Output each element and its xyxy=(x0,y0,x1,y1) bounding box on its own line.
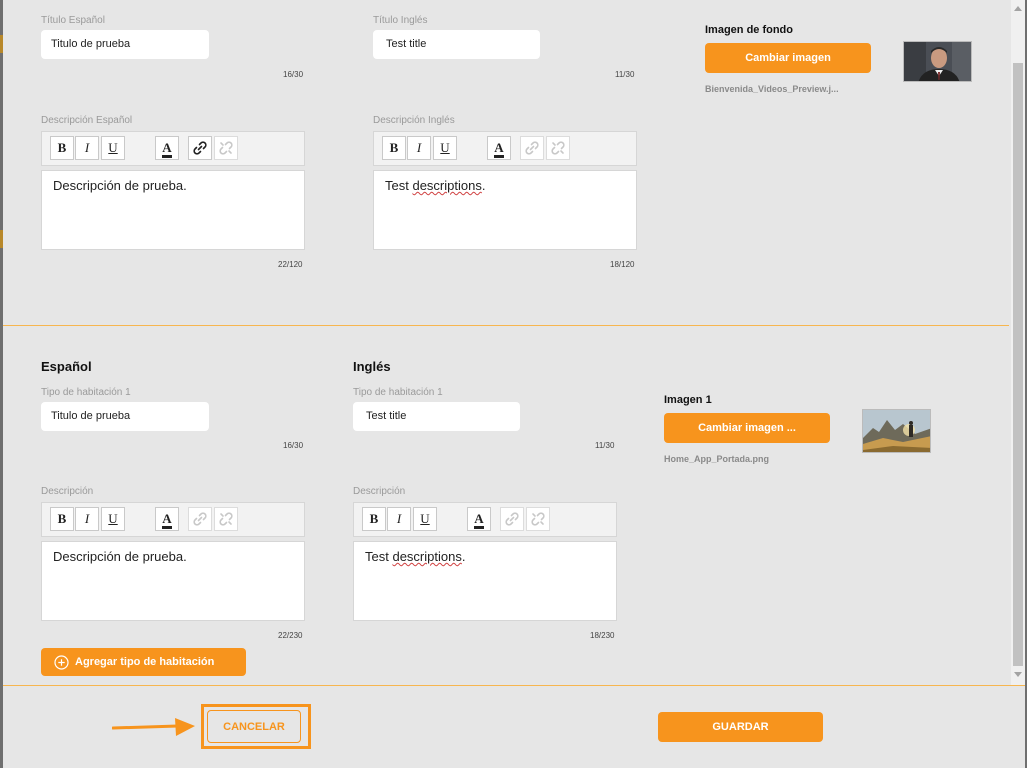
scroll-down-icon[interactable] xyxy=(1014,672,1022,677)
cancel-button[interactable]: CANCELAR xyxy=(207,710,301,743)
room-desc-en-label: Descripción xyxy=(353,486,406,497)
rich-text-toolbar: B I U A xyxy=(41,502,305,537)
desc-es-counter: 22/120 xyxy=(278,260,303,269)
room-desc-es-editor[interactable]: Descripción de prueba. xyxy=(41,541,305,621)
link-button[interactable] xyxy=(500,507,524,531)
rich-text-toolbar: B I U A xyxy=(353,502,617,537)
unlink-button[interactable] xyxy=(214,507,238,531)
room-desc-es-label: Descripción xyxy=(41,486,94,497)
unlink-icon xyxy=(551,141,565,155)
link-button[interactable] xyxy=(188,507,212,531)
font-color-label: A xyxy=(162,141,172,158)
room-es-counter: 16/30 xyxy=(283,441,304,450)
font-color-label: A xyxy=(474,512,484,529)
section-divider xyxy=(3,325,1009,326)
unlink-icon xyxy=(219,141,233,155)
room-image-filename: Home_App_Portada.png xyxy=(664,454,770,464)
room-en-label: Tipo de habitación 1 xyxy=(353,387,443,398)
rich-text-toolbar: B I U A xyxy=(41,131,305,166)
room-desc-es-counter: 22/230 xyxy=(278,631,303,640)
editor-text: Test xyxy=(385,178,413,193)
title-en-input[interactable]: Test title xyxy=(373,30,540,59)
unlink-button[interactable] xyxy=(214,136,238,160)
save-button[interactable]: GUARDAR xyxy=(658,712,823,742)
font-color-label: A xyxy=(494,141,504,158)
title-es-label: Título Español xyxy=(41,15,105,26)
desc-en-label: Descripción Inglés xyxy=(373,115,455,126)
title-es-input[interactable]: Titulo de prueba xyxy=(41,30,209,59)
unlink-icon xyxy=(219,512,233,526)
arrow-annotation-icon xyxy=(112,718,195,736)
edge-mark xyxy=(0,35,3,53)
room-desc-en-editor[interactable]: Test descriptions. xyxy=(353,541,617,621)
link-icon xyxy=(505,512,519,526)
underline-button[interactable]: U xyxy=(433,136,457,160)
editor-text: . xyxy=(481,178,486,193)
font-color-button[interactable]: A xyxy=(155,136,179,160)
spanish-heading: Español xyxy=(41,359,92,374)
font-color-button[interactable]: A xyxy=(155,507,179,531)
scroll-up-icon[interactable] xyxy=(1014,6,1022,11)
link-icon xyxy=(525,141,539,155)
room-image-thumbnail xyxy=(862,409,931,453)
editor-text: . xyxy=(461,549,466,564)
bold-button[interactable]: B xyxy=(50,507,74,531)
unlink-button[interactable] xyxy=(546,136,570,160)
title-en-counter: 11/30 xyxy=(615,70,635,79)
link-button[interactable] xyxy=(188,136,212,160)
italic-button[interactable]: I xyxy=(75,507,99,531)
spellcheck-word: descriptions xyxy=(392,549,462,564)
italic-button[interactable]: I xyxy=(387,507,411,531)
scroll-thumb[interactable] xyxy=(1013,63,1023,666)
add-room-type-label: Agregar tipo de habitación xyxy=(75,656,215,668)
font-color-button[interactable]: A xyxy=(487,136,511,160)
room-en-input[interactable]: Test title xyxy=(353,402,520,431)
desc-es-label: Descripción Español xyxy=(41,115,133,126)
desc-en-counter: 18/120 xyxy=(610,260,635,269)
background-filename: Bienvenida_Videos_Preview.j... xyxy=(705,84,839,94)
room-image-label: Imagen 1 xyxy=(664,394,712,406)
english-heading: Inglés xyxy=(353,359,391,374)
background-image-label: Imagen de fondo xyxy=(705,24,793,36)
vertical-scrollbar[interactable] xyxy=(1011,0,1025,685)
background-thumbnail xyxy=(903,41,972,82)
italic-button[interactable]: I xyxy=(407,136,431,160)
bold-button[interactable]: B xyxy=(362,507,386,531)
change-room-image-button[interactable]: Cambiar imagen ... xyxy=(664,413,830,443)
title-es-counter: 16/30 xyxy=(283,70,304,79)
room-desc-en-counter: 18/230 xyxy=(590,631,615,640)
room-en-counter: 11/30 xyxy=(595,441,615,450)
spellcheck-word: descriptions xyxy=(412,178,482,193)
link-button[interactable] xyxy=(520,136,544,160)
font-color-button[interactable]: A xyxy=(467,507,491,531)
font-color-label: A xyxy=(162,512,172,529)
footer-divider xyxy=(3,685,1025,686)
underline-button[interactable]: U xyxy=(413,507,437,531)
room-es-label: Tipo de habitación 1 xyxy=(41,387,131,398)
edge-mark xyxy=(0,230,3,248)
bold-button[interactable]: B xyxy=(50,136,74,160)
editor-text: Test xyxy=(365,549,393,564)
underline-button[interactable]: U xyxy=(101,507,125,531)
italic-button[interactable]: I xyxy=(75,136,99,160)
link-icon xyxy=(193,512,207,526)
title-en-label: Título Inglés xyxy=(373,15,428,26)
desc-en-editor[interactable]: Test descriptions. xyxy=(373,170,637,250)
left-window-edge xyxy=(0,0,3,768)
room-es-input[interactable]: Titulo de prueba xyxy=(41,402,209,431)
bold-button[interactable]: B xyxy=(382,136,406,160)
unlink-icon xyxy=(531,512,545,526)
unlink-button[interactable] xyxy=(526,507,550,531)
add-room-type-button[interactable]: Agregar tipo de habitación xyxy=(41,648,246,676)
desc-es-editor[interactable]: Descripción de prueba. xyxy=(41,170,305,250)
change-background-button[interactable]: Cambiar imagen xyxy=(705,43,871,73)
underline-button[interactable]: U xyxy=(101,136,125,160)
plus-circle-icon xyxy=(54,654,69,670)
link-icon xyxy=(193,141,207,155)
rich-text-toolbar: B I U A xyxy=(373,131,637,166)
